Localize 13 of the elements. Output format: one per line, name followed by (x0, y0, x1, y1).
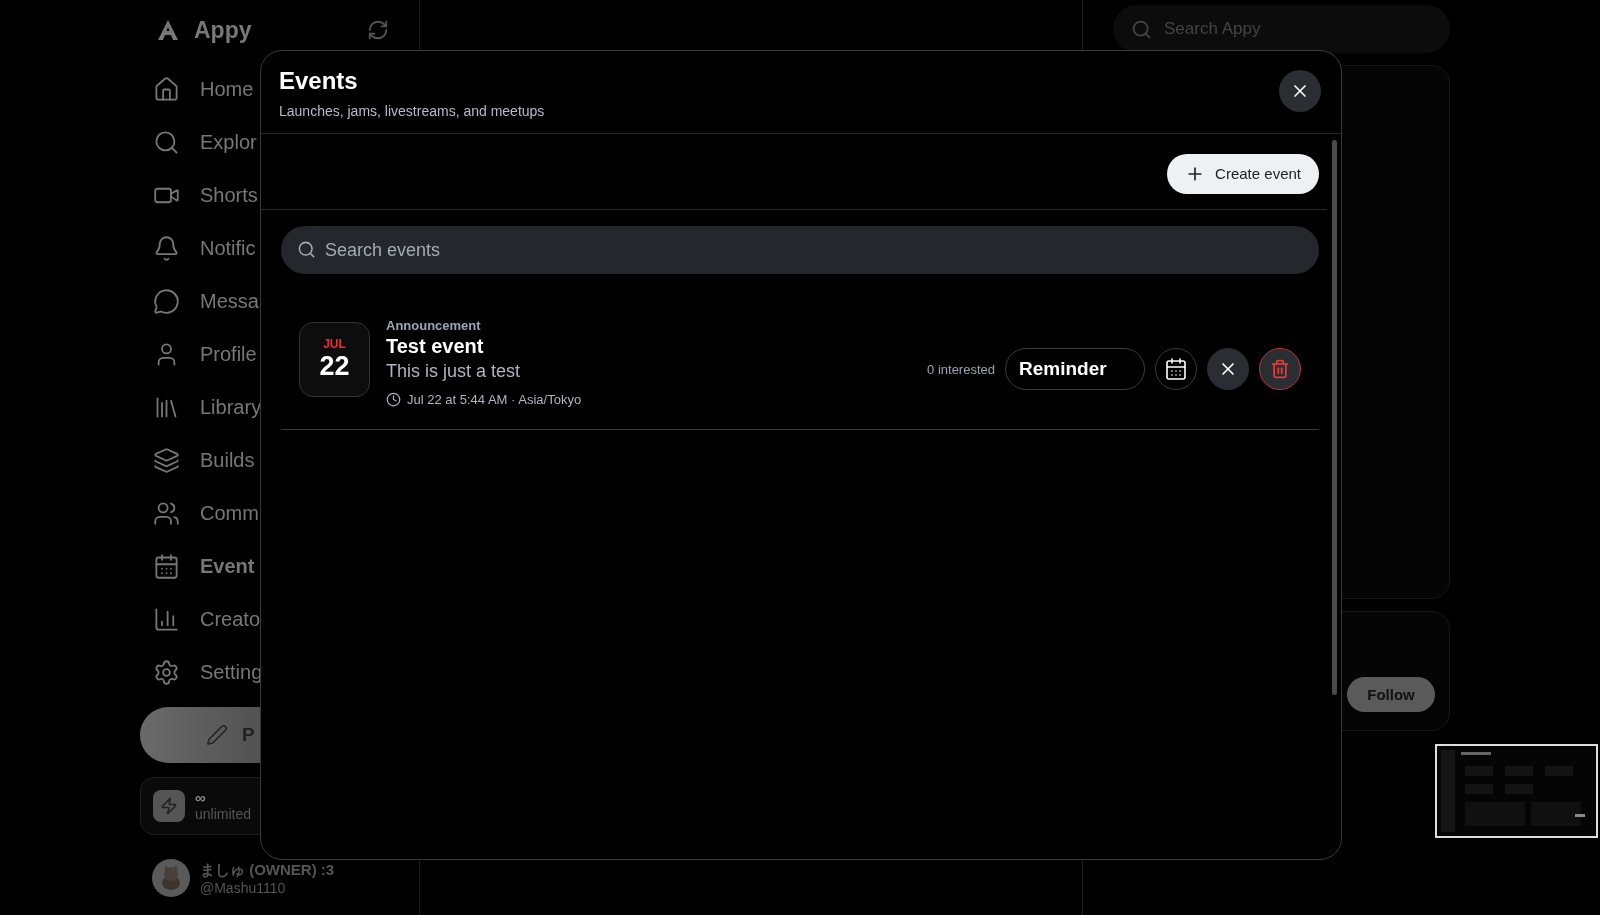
plan-subtitle: unlimited (195, 806, 252, 822)
plan-title: ∞ (195, 790, 207, 806)
app-logo-text: Appy (194, 16, 253, 44)
event-description: This is just a test (386, 361, 522, 382)
event-category: Announcement (386, 318, 482, 333)
event-title: Test event (386, 335, 485, 358)
dialog-title: Events (279, 67, 359, 95)
interested-count: 0 interested (927, 361, 995, 377)
date-badge: JUL 22 (299, 322, 370, 397)
user-name: ましゅ (OWNER) :3 (200, 860, 335, 880)
event-time: Jul 22 at 5:44 AM · Asia/Tokyo (407, 392, 582, 407)
user-handle: @Mashu1110 (200, 879, 287, 896)
dialog-subtitle: Launches, jams, livestreams, and meetups (279, 103, 545, 119)
